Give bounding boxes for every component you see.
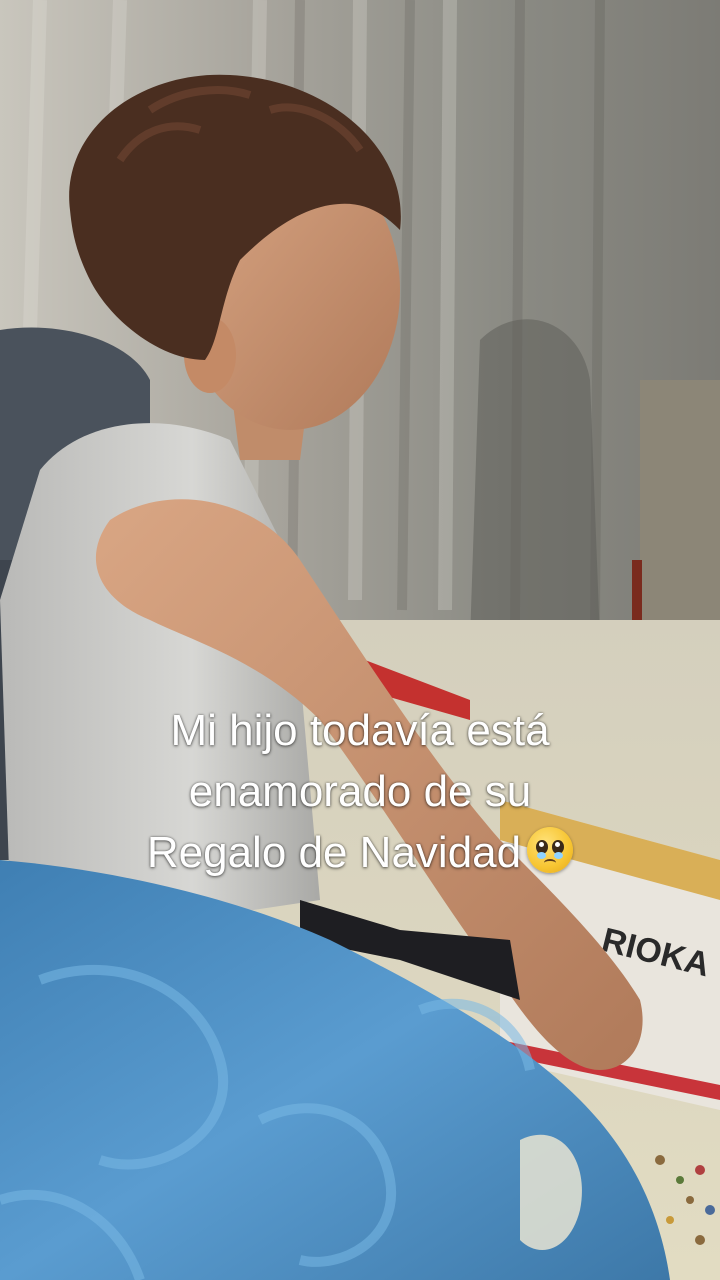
photo-scene: RIOKA bbox=[0, 0, 720, 1280]
pleading-face-emoji-icon bbox=[527, 827, 574, 873]
video-caption: Mi hijo todavía está enamorado de su Reg… bbox=[40, 700, 680, 883]
video-frame: RIOKA Mi hijo todavía está enamorado de … bbox=[0, 0, 720, 1280]
caption-line-3: Regalo de Navidad bbox=[146, 828, 522, 877]
caption-line-2: enamorado de su bbox=[188, 767, 532, 816]
caption-line-1: Mi hijo todavía está bbox=[170, 706, 550, 755]
caption-line-3-wrap: Regalo de Navidad bbox=[40, 822, 680, 883]
